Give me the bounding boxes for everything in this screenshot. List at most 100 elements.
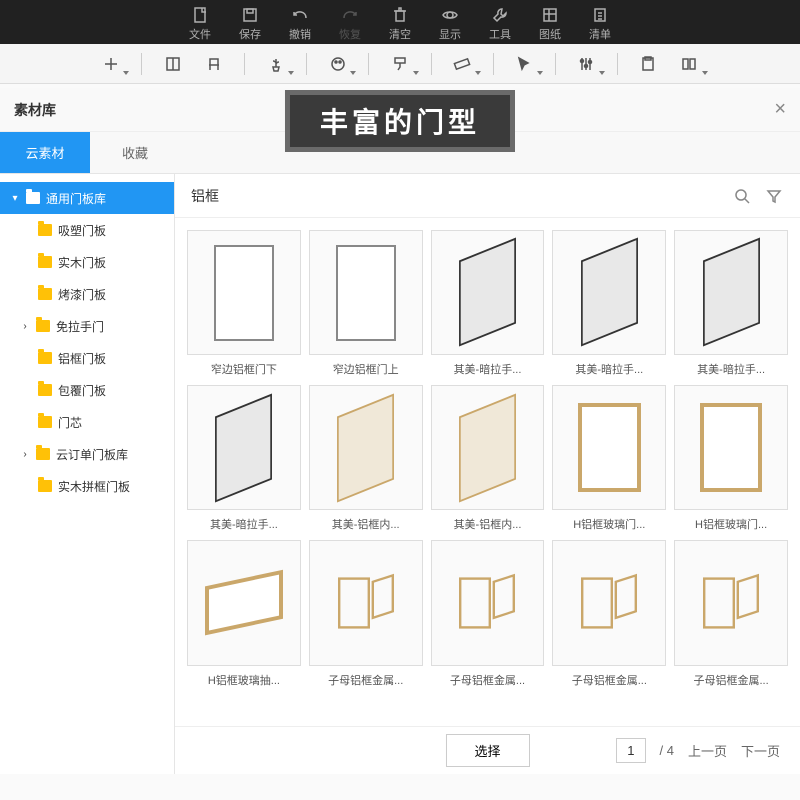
chevron-icon: › (20, 321, 30, 332)
clear-icon (391, 6, 409, 24)
menu-label: 保存 (239, 26, 261, 42)
tree-item[interactable]: 包覆门板 (0, 374, 174, 406)
search-input[interactable]: 铝框 (191, 186, 720, 206)
thumbnail (431, 230, 545, 355)
card-label: 子母铝框金属... (431, 672, 545, 688)
tree-item[interactable]: 实木拼框门板 (0, 470, 174, 502)
material-card[interactable]: 子母铝框金属... (431, 540, 545, 687)
folder-icon (38, 256, 52, 268)
material-card[interactable]: 其美-铝框内... (309, 385, 423, 532)
material-card[interactable]: H铝框玻璃门... (552, 385, 666, 532)
tree-item[interactable]: 烤漆门板 (0, 278, 174, 310)
chevron-icon: ▾ (10, 193, 20, 204)
thumbnail (431, 540, 545, 665)
menu-label: 清空 (389, 26, 411, 42)
folder-icon (38, 416, 52, 428)
thumbnail (431, 385, 545, 510)
menu-display[interactable]: 显示 (439, 6, 461, 42)
cabinet-tool-icon[interactable] (162, 53, 183, 75)
menu-label: 显示 (439, 26, 461, 42)
card-label: 窄边铝框门下 (187, 361, 301, 377)
card-label: H铝框玻璃门... (674, 516, 788, 532)
drawing-icon (541, 6, 559, 24)
thumbnail (552, 385, 666, 510)
thumbnail (552, 230, 666, 355)
menu-save[interactable]: 保存 (239, 6, 261, 42)
divider (617, 53, 618, 75)
tree-item[interactable]: 实木门板 (0, 246, 174, 278)
divider (141, 53, 142, 75)
menu-clear[interactable]: 清空 (389, 6, 411, 42)
save-icon (241, 6, 259, 24)
card-label: 其美-暗拉手... (187, 516, 301, 532)
tree-item[interactable]: 门芯 (0, 406, 174, 438)
prev-page[interactable]: 上一页 (688, 741, 727, 760)
tree-item[interactable]: › 云订单门板库 (0, 438, 174, 470)
material-card[interactable]: 子母铝框金属... (552, 540, 666, 687)
tab-1[interactable]: 收藏 (90, 132, 180, 173)
material-card[interactable]: 窄边铝框门上 (309, 230, 423, 377)
material-card[interactable]: 其美-暗拉手... (431, 230, 545, 377)
menu-list[interactable]: 清单 (589, 6, 611, 42)
tree-label: 烤漆门板 (58, 286, 106, 303)
folder-icon (26, 192, 40, 204)
page-total: / 4 (660, 743, 674, 758)
menu-file[interactable]: 文件 (189, 6, 211, 42)
menu-redo[interactable]: 恢复 (339, 6, 361, 42)
search-icon[interactable] (732, 186, 752, 206)
card-label: 窄边铝框门上 (309, 361, 423, 377)
select-button[interactable]: 选择 (445, 734, 529, 767)
tab-0[interactable]: 云素材 (0, 132, 90, 173)
tree-label: 铝框门板 (58, 350, 106, 367)
book-tool-icon[interactable] (679, 53, 700, 75)
thumbnail (187, 540, 301, 665)
chevron-icon: › (20, 449, 30, 460)
material-card[interactable]: 其美-暗拉手... (187, 385, 301, 532)
material-card[interactable]: 其美-暗拉手... (674, 230, 788, 377)
folder-icon (38, 288, 52, 300)
app-toolbar (0, 44, 800, 84)
tree-item[interactable]: ›免拉手门 (0, 310, 174, 342)
palette-tool-icon[interactable] (327, 53, 348, 75)
thumbnail (552, 540, 666, 665)
filter-icon[interactable] (764, 186, 784, 206)
tree-item[interactable]: ▾ 通用门板库 (0, 182, 174, 214)
tree-label: 包覆门板 (58, 382, 106, 399)
tree-label: 云订单门板库 (56, 446, 128, 463)
menu-drawing[interactable]: 图纸 (539, 6, 561, 42)
clipboard-tool-icon[interactable] (638, 53, 659, 75)
card-label: 其美-暗拉手... (552, 361, 666, 377)
folder-icon (36, 320, 50, 332)
material-card[interactable]: 其美-暗拉手... (552, 230, 666, 377)
cursor-tool-icon[interactable] (514, 53, 535, 75)
chair-tool-icon[interactable] (203, 53, 224, 75)
material-card[interactable]: 其美-铝框内... (431, 385, 545, 532)
add-tool-icon[interactable] (100, 53, 121, 75)
menu-undo[interactable]: 撤销 (289, 6, 311, 42)
thumbnail (187, 230, 301, 355)
plant-tool-icon[interactable] (265, 53, 286, 75)
card-label: 其美-铝框内... (309, 516, 423, 532)
menu-tool[interactable]: 工具 (489, 6, 511, 42)
close-icon[interactable]: × (774, 98, 786, 121)
tree-item[interactable]: 铝框门板 (0, 342, 174, 374)
divider (244, 53, 245, 75)
tree-item[interactable]: 吸塑门板 (0, 214, 174, 246)
material-card[interactable]: 子母铝框金属... (674, 540, 788, 687)
thumbnail (674, 230, 788, 355)
redo-icon (341, 6, 359, 24)
divider (431, 53, 432, 75)
material-card[interactable]: 子母铝框金属... (309, 540, 423, 687)
page-current[interactable]: 1 (616, 738, 645, 763)
material-card[interactable]: H铝框玻璃抽... (187, 540, 301, 687)
thumbnail (309, 385, 423, 510)
tree-label: 通用门板库 (46, 190, 106, 207)
material-card[interactable]: H铝框玻璃门... (674, 385, 788, 532)
card-label: 其美-暗拉手... (431, 361, 545, 377)
next-page[interactable]: 下一页 (741, 741, 780, 760)
material-card[interactable]: 窄边铝框门下 (187, 230, 301, 377)
settings-tool-icon[interactable] (576, 53, 597, 75)
measure-tool-icon[interactable] (452, 53, 473, 75)
paint-tool-icon[interactable] (389, 53, 410, 75)
overlay-banner: 丰富的门型 (285, 90, 515, 152)
